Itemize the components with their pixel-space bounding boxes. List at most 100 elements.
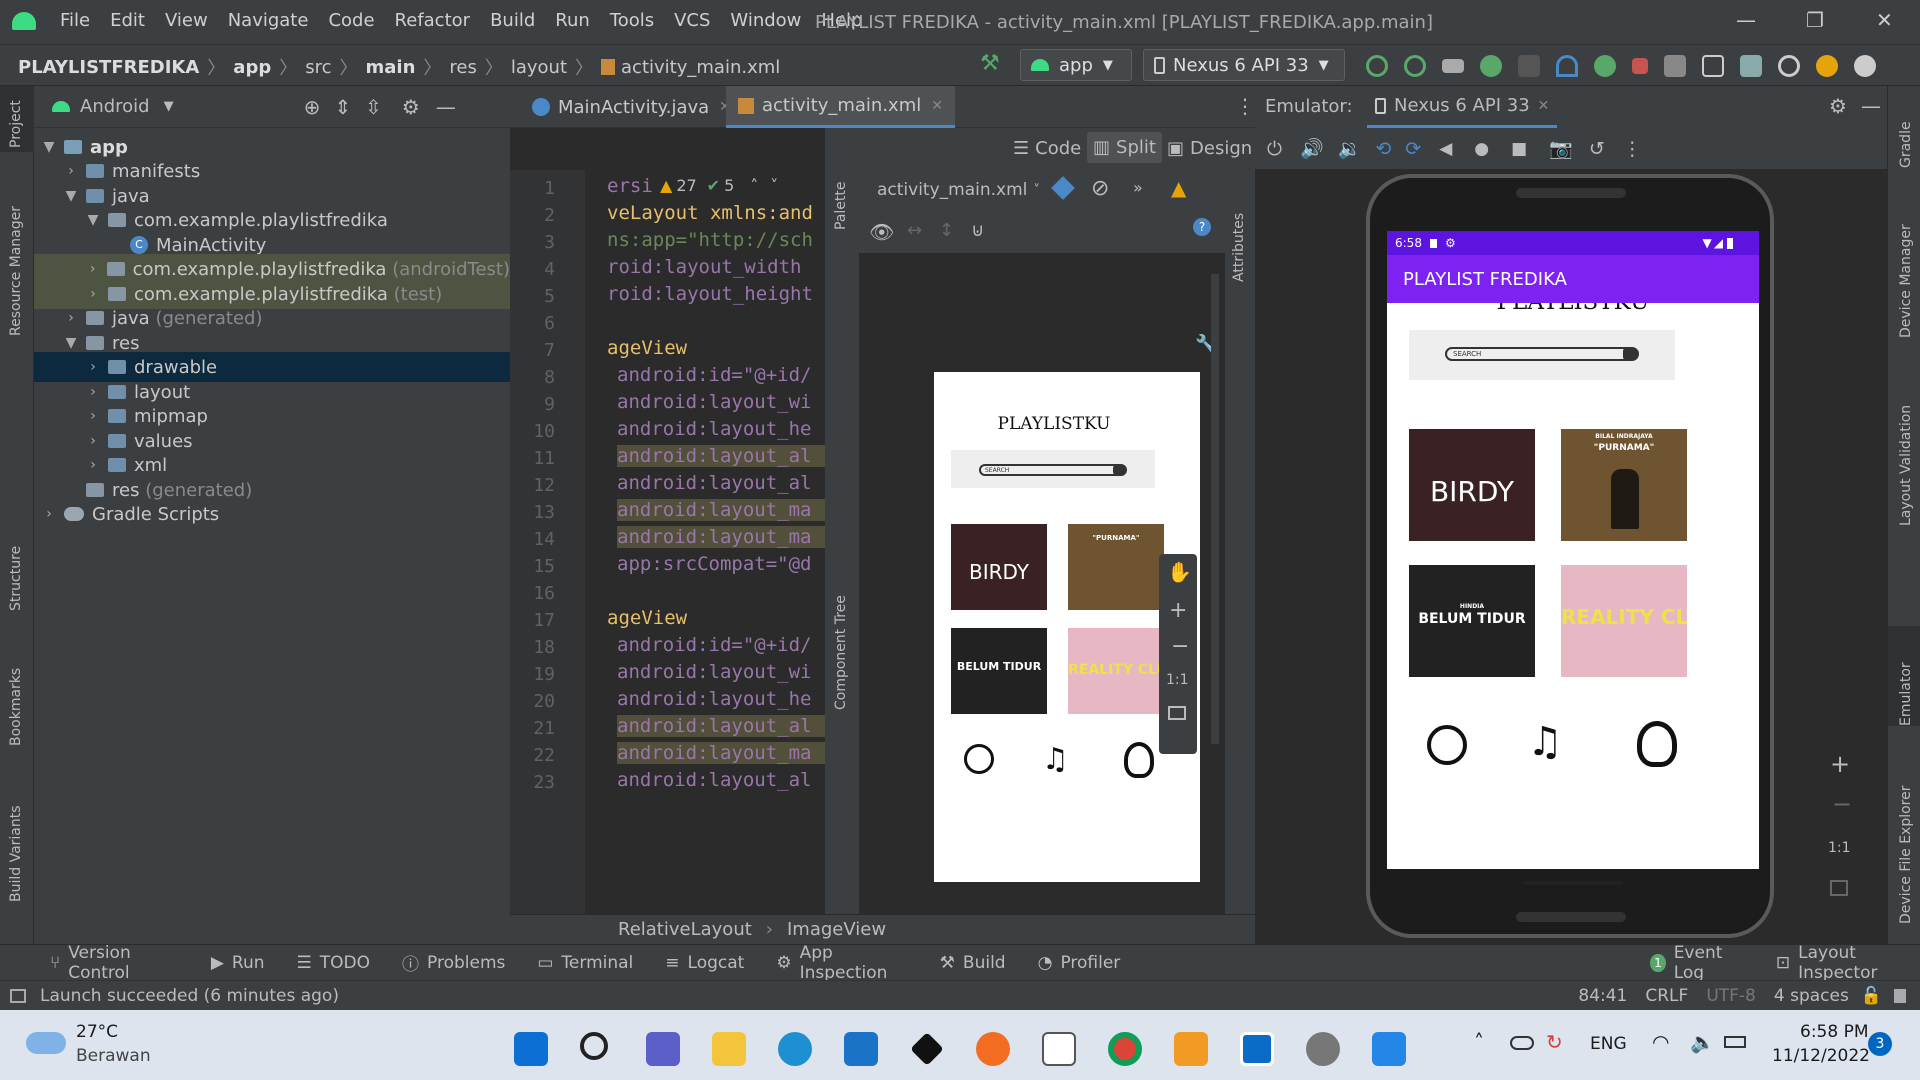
chrome-icon[interactable] [1108, 1032, 1142, 1066]
palette-tab[interactable]: Palette [833, 182, 849, 231]
chevron-down-icon[interactable]: ˅ [770, 176, 778, 195]
zoom-reset-icon[interactable]: 1:1 [1166, 672, 1189, 688]
tool-build-variants[interactable]: Build Variants [8, 805, 24, 902]
gear-icon[interactable]: ⚙ [402, 95, 420, 119]
volume-down-icon[interactable]: 🔉 [1338, 137, 1362, 160]
zoom-out-icon[interactable]: − [1832, 790, 1852, 818]
file-encoding[interactable]: UTF-8 [1706, 986, 1756, 1006]
menu-edit[interactable]: Edit [100, 10, 155, 31]
project-view-select[interactable]: Android [80, 96, 150, 117]
search-bar[interactable]: SEARCH [1445, 347, 1639, 361]
mode-split[interactable]: ▥ Split [1087, 132, 1162, 163]
album-reality-club[interactable]: REALITY CLUB [1561, 565, 1687, 677]
chevron-down-icon[interactable]: ▼ [164, 99, 174, 114]
help-icon[interactable]: ? [1193, 218, 1211, 236]
orientation-icon[interactable]: ⊘ [1091, 176, 1109, 201]
firefox-icon[interactable] [976, 1032, 1010, 1066]
crumb-imageview[interactable]: ImageView [787, 919, 886, 940]
sync-icon[interactable] [1594, 55, 1616, 77]
tool-todo[interactable]: TODO [320, 953, 370, 973]
more-icon[interactable]: » [1133, 178, 1143, 197]
user-icon[interactable] [1854, 55, 1876, 77]
tool-terminal[interactable]: Terminal [561, 953, 633, 973]
device-manager-icon[interactable] [1702, 55, 1724, 77]
fit-screen-icon[interactable] [1168, 706, 1186, 720]
hide-panel-icon[interactable]: — [436, 95, 456, 119]
camera-icon[interactable]: 📷 [1549, 137, 1573, 160]
menu-refactor[interactable]: Refactor [385, 10, 481, 31]
volume-icon[interactable]: 🔈 [1690, 1030, 1715, 1054]
crumb-layout[interactable]: layout [511, 57, 567, 78]
scroll-track[interactable] [1211, 274, 1219, 744]
component-tree-tab[interactable]: Component Tree [833, 595, 849, 710]
menu-code[interactable]: Code [318, 10, 384, 31]
hide-panel-icon[interactable]: — [1861, 94, 1881, 118]
gear-icon[interactable]: ⚙ [1829, 94, 1847, 118]
locate-icon[interactable]: ⊕ [304, 95, 321, 119]
zoom-out-icon[interactable]: − [1171, 634, 1189, 659]
menu-window[interactable]: Window [720, 10, 811, 31]
album-birdy[interactable]: BIRDY [1409, 429, 1535, 541]
tool-emulator[interactable]: Emulator [1898, 662, 1914, 726]
tool-build[interactable]: Build [963, 953, 1006, 973]
crumb-app[interactable]: app [233, 57, 271, 78]
mode-code[interactable]: ☰ Code [1013, 138, 1081, 159]
crumb-project[interactable]: PLAYLISTFREDIKA [18, 57, 199, 78]
onedrive-icon[interactable] [1510, 1036, 1534, 1050]
device-select[interactable]: Nexus 6 API 33 ▼ [1143, 49, 1345, 81]
tool-run[interactable]: Run [232, 953, 265, 973]
collapse-all-icon[interactable]: ⇳ [365, 95, 382, 119]
weather-desc[interactable]: Berawan [76, 1046, 151, 1066]
menu-file[interactable]: File [50, 10, 100, 31]
crumb-file[interactable]: activity_main.xml [621, 57, 780, 78]
close-icon[interactable]: ✕ [1876, 8, 1893, 32]
weather-temp[interactable]: 27°C [76, 1022, 118, 1042]
snapshot-icon[interactable]: ↺ [1589, 138, 1605, 160]
expand-all-icon[interactable]: ⇕ [334, 95, 351, 119]
tool-bookmarks[interactable]: Bookmarks [8, 668, 24, 746]
tool-device-manager[interactable]: Device Manager [1898, 224, 1914, 338]
music-add-icon[interactable]: ♫ [1527, 719, 1563, 765]
tool-structure[interactable]: Structure [8, 546, 24, 611]
clock-date[interactable]: 11/12/2022 [1772, 1046, 1870, 1066]
minimize-icon[interactable]: — [1736, 8, 1756, 32]
album-belum-tidur[interactable]: HINDIA BELUM TIDUR [1409, 565, 1535, 677]
phone-screen[interactable]: PLAYLISTKU SEARCH BIRDY BILAL INDRAJAYA … [1387, 231, 1759, 885]
crumb-src[interactable]: src [305, 57, 331, 78]
tool-problems[interactable]: Problems [427, 953, 505, 973]
android-studio-icon[interactable] [1240, 1032, 1274, 1066]
sublime-icon[interactable] [1174, 1032, 1208, 1066]
apply-code-icon[interactable] [1404, 55, 1426, 77]
overview-icon[interactable]: ■ [1511, 139, 1527, 159]
tool-layout-inspector[interactable]: Layout Inspector [1798, 943, 1920, 983]
tab-mainactivity[interactable]: MainActivity.java ✕ [520, 86, 743, 128]
tool-version-control[interactable]: Version Control [68, 943, 179, 983]
run-config-select[interactable]: app ▼ [1020, 49, 1132, 81]
tree-item-gradle-scripts[interactable]: › Gradle Scripts [34, 499, 510, 529]
hammer-icon[interactable]: ⚒ [980, 51, 1000, 76]
start-icon[interactable] [514, 1032, 548, 1066]
home-icon[interactable]: ● [1474, 139, 1489, 159]
menu-view[interactable]: View [155, 10, 218, 31]
menu-navigate[interactable]: Navigate [218, 10, 319, 31]
search-icon[interactable] [580, 1032, 608, 1060]
gesture-bar[interactable] [1523, 881, 1623, 885]
gradle-sync-icon[interactable] [1664, 55, 1686, 77]
rotate-right-icon[interactable]: ⟳ [1405, 138, 1421, 160]
tool-project[interactable]: Project [8, 100, 24, 148]
profile-icon[interactable] [1556, 55, 1578, 77]
warning-icon[interactable]: ▲ [1171, 176, 1186, 200]
file-explorer-icon[interactable] [712, 1032, 746, 1066]
power-icon[interactable]: ⏻ [1267, 138, 1282, 160]
volume-up-icon[interactable]: 🔊 [1300, 137, 1324, 160]
tool-event-log[interactable]: Event Log [1674, 943, 1746, 983]
fit-screen-icon[interactable] [1830, 880, 1848, 896]
chevron-up-icon[interactable]: ˄ [750, 176, 758, 195]
photos-icon[interactable] [1372, 1032, 1406, 1066]
tool-resource-manager[interactable]: Resource Manager [8, 206, 24, 336]
wifi-icon[interactable]: ◠ [1652, 1030, 1669, 1054]
rotate-left-icon[interactable]: ⟲ [1375, 138, 1391, 160]
zoom-ratio[interactable]: 1:1 [1828, 840, 1851, 856]
close-tab-icon[interactable]: ✕ [931, 98, 943, 114]
crumb-relativelayout[interactable]: RelativeLayout [618, 919, 752, 940]
